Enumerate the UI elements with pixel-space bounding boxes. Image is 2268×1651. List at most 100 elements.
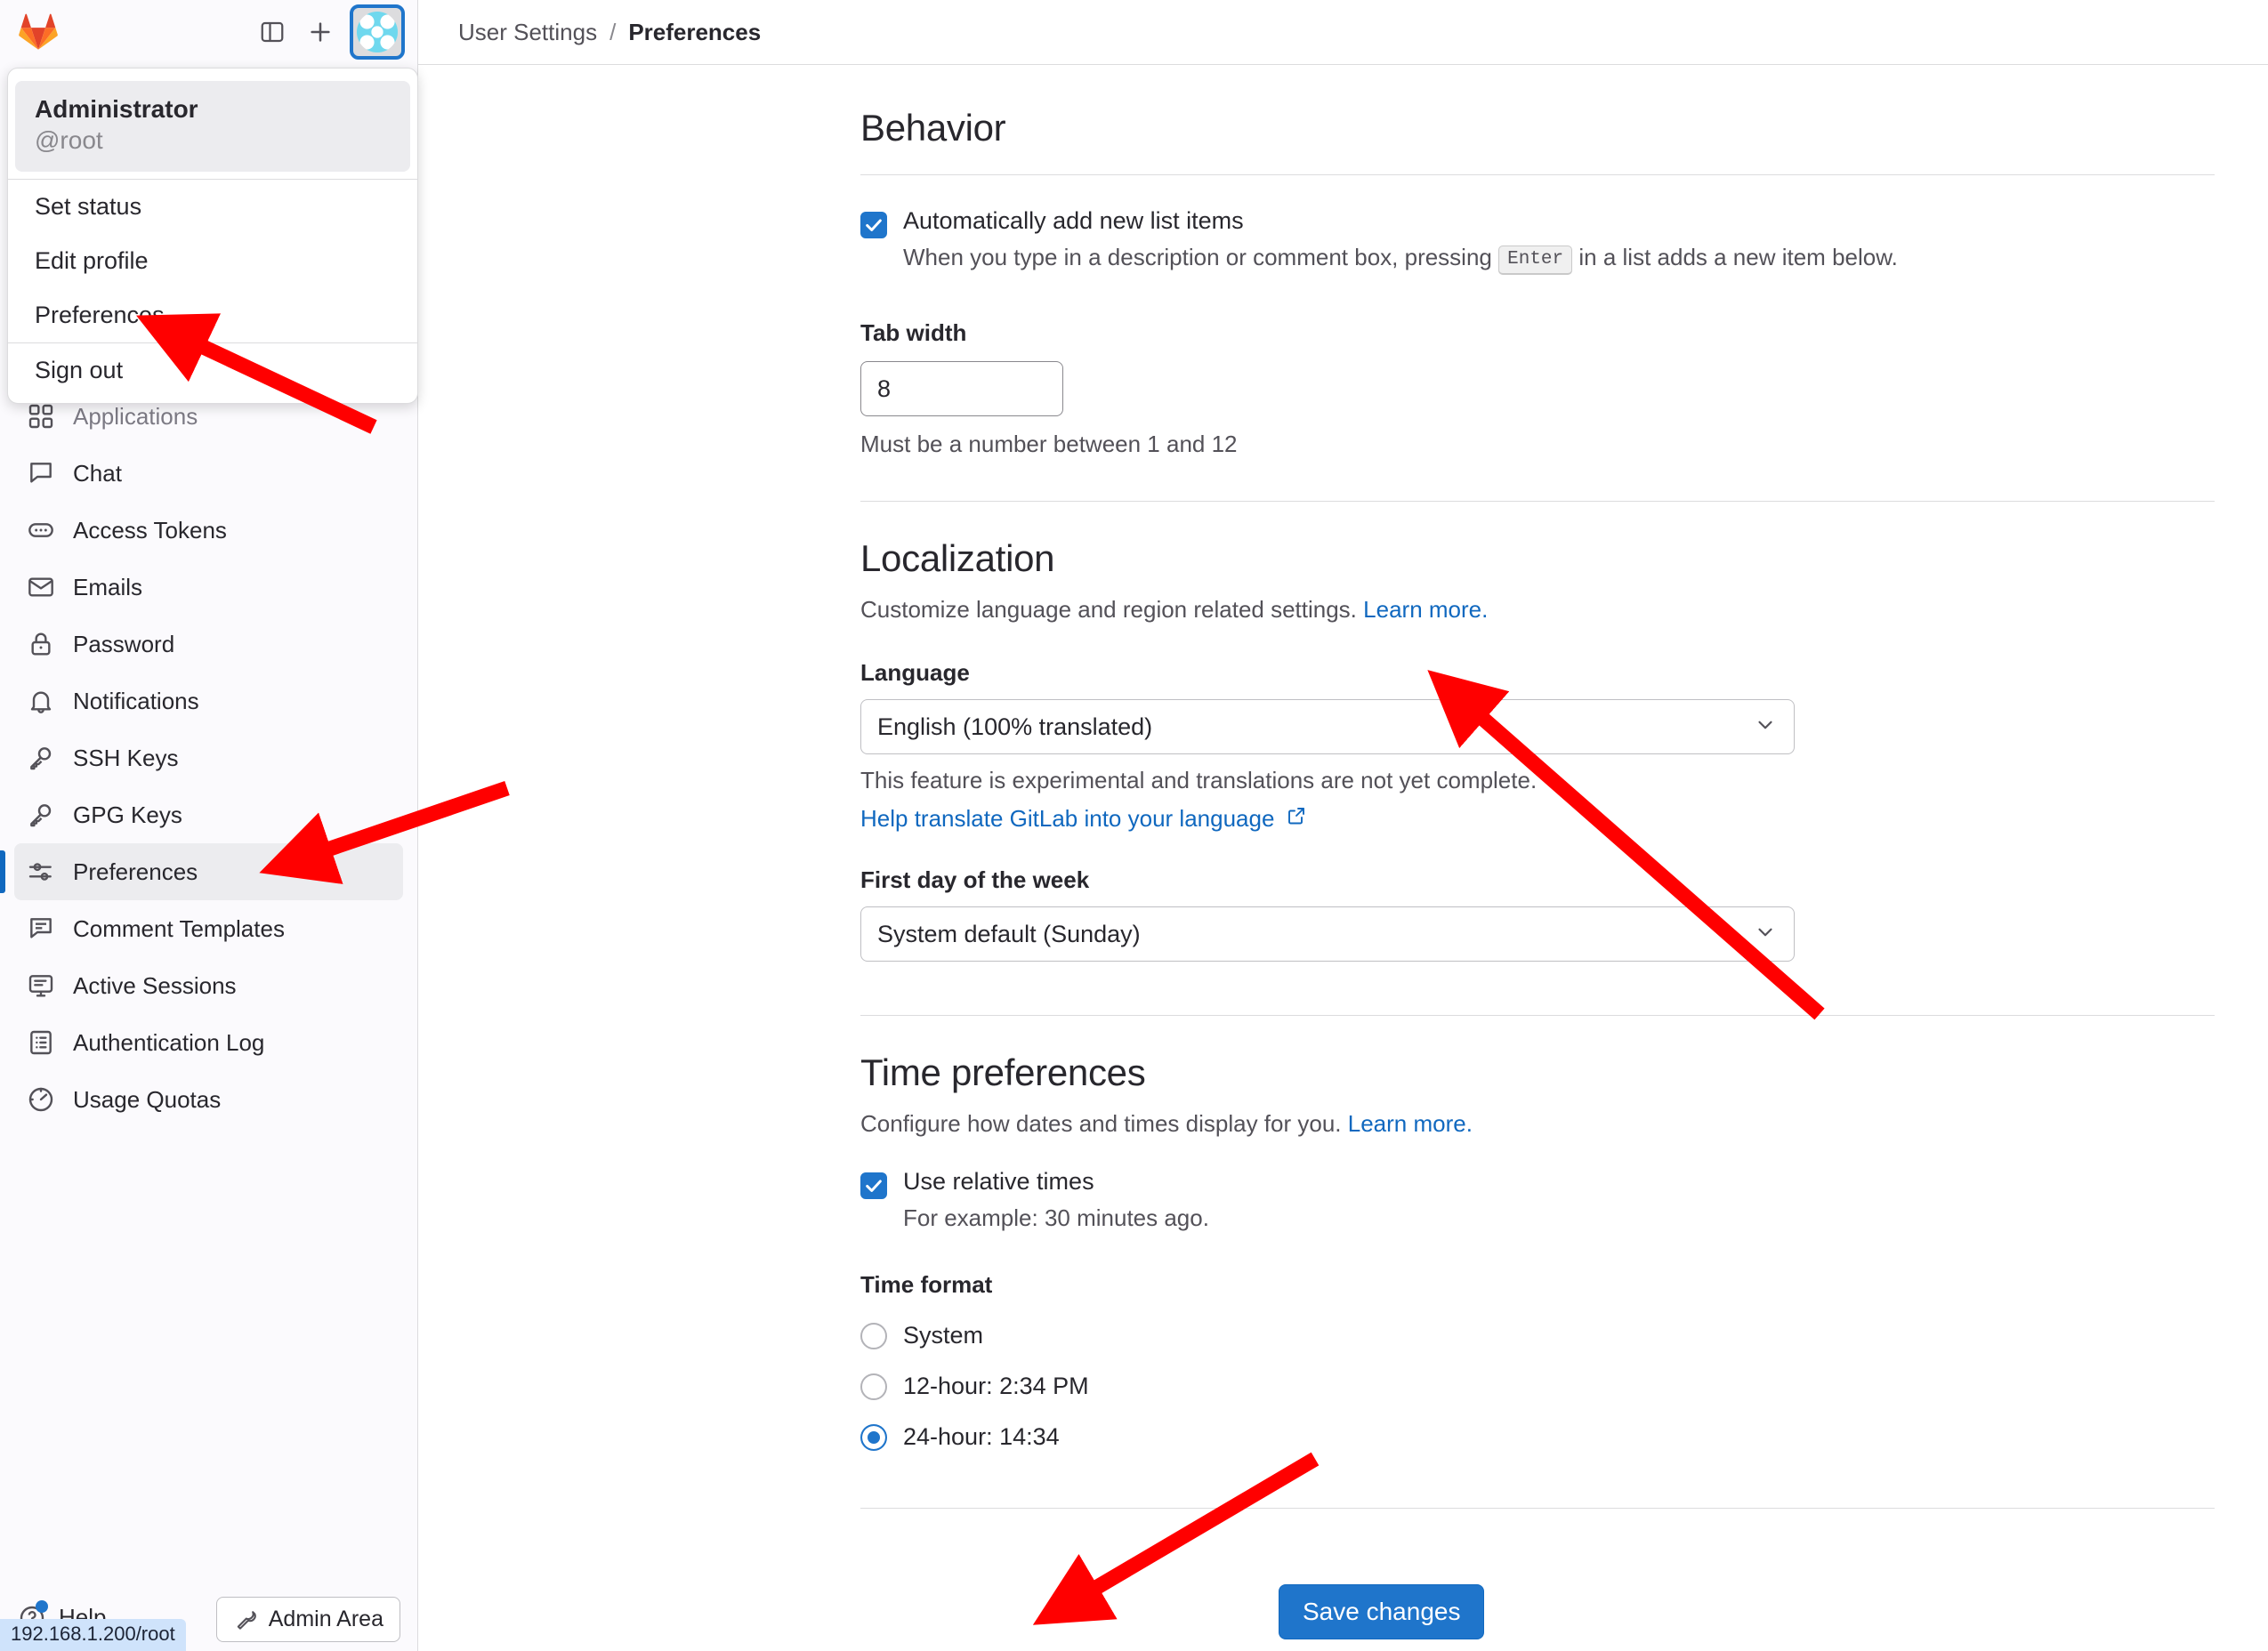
save-changes-button[interactable]: Save changes bbox=[1279, 1584, 1485, 1639]
sidebar-item-gpg-keys[interactable]: GPG Keys bbox=[14, 786, 403, 843]
language-select[interactable]: English (100% translated) bbox=[860, 699, 1795, 754]
behavior-section-divider bbox=[860, 501, 2215, 502]
sidebar-item-label: Preferences bbox=[73, 858, 198, 885]
sidebar-item-label: SSH Keys bbox=[73, 744, 179, 771]
sidebar-item-label: Comment Templates bbox=[73, 914, 285, 942]
radio-system[interactable] bbox=[860, 1322, 887, 1349]
first-day-label: First day of the week bbox=[860, 866, 1090, 893]
menu-item-preferences[interactable]: Preferences bbox=[8, 288, 417, 342]
time-format-option-24-hour[interactable]: 24-hour: 14:34 bbox=[860, 1423, 2215, 1451]
applications-icon bbox=[28, 404, 53, 429]
localization-title: Localization bbox=[860, 537, 1055, 579]
next-section-title-cutoff bbox=[860, 1541, 2215, 1560]
localization-section-divider bbox=[860, 1015, 2215, 1016]
lock-icon bbox=[31, 632, 51, 656]
user-avatar-button[interactable] bbox=[350, 4, 405, 60]
status-url: 192.168.1.200/root bbox=[0, 1619, 186, 1651]
preferences-sliders-icon bbox=[28, 863, 52, 881]
comment-lines-icon bbox=[30, 918, 52, 938]
sidebar-item-access-tokens[interactable]: Access Tokens bbox=[14, 502, 403, 559]
auto-add-desc-after: in a list adds a new item below. bbox=[1578, 244, 1898, 270]
sidebar-item-label: Password bbox=[73, 630, 175, 657]
first-day-select[interactable]: System default (Sunday) bbox=[860, 906, 1795, 962]
sidebar-item-label: Active Sessions bbox=[73, 971, 237, 999]
tab-width-label: Tab width bbox=[860, 319, 967, 346]
menu-item-edit-profile[interactable]: Edit profile bbox=[8, 234, 417, 288]
new-item-button[interactable] bbox=[296, 8, 344, 56]
sidebar-item-label: Authentication Log bbox=[73, 1028, 265, 1056]
enter-key-badge: Enter bbox=[1498, 245, 1573, 275]
external-link-icon bbox=[1286, 808, 1307, 830]
admin-area-button[interactable]: Admin Area bbox=[215, 1597, 400, 1642]
user-dropdown-menu: Administrator @root Set status Edit prof… bbox=[7, 68, 418, 404]
auto-add-list-items-label[interactable]: Automatically add new list items bbox=[903, 207, 1898, 235]
sidebar-item-usage-quotas[interactable]: Usage Quotas bbox=[14, 1071, 403, 1128]
sidebar-item-password[interactable]: Password bbox=[14, 616, 403, 672]
sidebar-item-authentication-log[interactable]: Authentication Log bbox=[14, 1014, 403, 1071]
key-icon bbox=[30, 804, 52, 827]
sidebar-item-emails[interactable]: Emails bbox=[14, 559, 403, 616]
token-icon bbox=[28, 523, 53, 537]
time-format-option-12-hour[interactable]: 12-hour: 2:34 PM bbox=[860, 1373, 2215, 1400]
admin-area-label: Admin Area bbox=[268, 1607, 383, 1631]
localization-section: Localization Customize language and regi… bbox=[418, 537, 2268, 1016]
radio-24-hour[interactable] bbox=[860, 1423, 887, 1451]
time-format-option-label[interactable]: 12-hour: 2:34 PM bbox=[903, 1373, 1089, 1400]
use-relative-times-checkbox[interactable] bbox=[860, 1172, 887, 1199]
sidebar-item-comment-templates[interactable]: Comment Templates bbox=[14, 900, 403, 957]
auto-add-list-items-row: Automatically add new list items When yo… bbox=[860, 207, 2215, 275]
bell-icon bbox=[30, 691, 52, 713]
toggle-sidebar-icon bbox=[261, 21, 284, 43]
sidebar-item-active-sessions[interactable]: Active Sessions bbox=[14, 957, 403, 1014]
sidebar-item-preferences[interactable]: Preferences bbox=[0, 843, 403, 900]
gitlab-logo[interactable] bbox=[18, 12, 59, 52]
tab-width-help: Must be a number between 1 and 12 bbox=[860, 431, 1238, 457]
auto-add-list-items-checkbox[interactable] bbox=[860, 212, 887, 238]
time-format-option-label[interactable]: 24-hour: 14:34 bbox=[903, 1423, 1060, 1451]
time-format-option-label[interactable]: System bbox=[903, 1322, 983, 1349]
menu-item-set-status[interactable]: Set status bbox=[8, 180, 417, 234]
breadcrumb-root[interactable]: User Settings bbox=[458, 19, 597, 46]
behavior-section: Behavior Automatically add new list item… bbox=[418, 107, 2268, 502]
breadcrumb-separator: / bbox=[609, 18, 617, 45]
auto-add-list-items-description: When you type in a description or commen… bbox=[903, 244, 1898, 275]
user-name: Administrator bbox=[35, 95, 198, 123]
time-format-label: Time format bbox=[860, 1271, 993, 1298]
mail-icon bbox=[28, 577, 53, 597]
time-preferences-section-divider bbox=[860, 1508, 2215, 1509]
use-relative-times-label[interactable]: Use relative times bbox=[903, 1168, 1209, 1196]
toggle-sidebar-button[interactable] bbox=[248, 8, 296, 56]
sidebar-item-label: Applications bbox=[73, 402, 198, 430]
breadcrumb-current[interactable]: Preferences bbox=[628, 19, 761, 46]
language-help: This feature is experimental and transla… bbox=[860, 767, 1538, 793]
localization-subtitle: Customize language and region related se… bbox=[860, 596, 2215, 624]
sidebar-item-label: Usage Quotas bbox=[73, 1085, 222, 1113]
localization-subtitle-text: Customize language and region related se… bbox=[860, 596, 1357, 623]
sidebar-item-notifications[interactable]: Notifications bbox=[14, 672, 403, 729]
key-icon bbox=[30, 747, 52, 770]
menu-item-sign-out[interactable]: Sign out bbox=[8, 343, 417, 398]
user-profile-card[interactable]: Administrator @root bbox=[15, 81, 410, 172]
monitor-icon bbox=[28, 975, 53, 997]
use-relative-times-row: Use relative times For example: 30 minut… bbox=[860, 1168, 2215, 1232]
behavior-title: Behavior bbox=[860, 107, 1006, 149]
time-format-option-system[interactable]: System bbox=[860, 1322, 2215, 1349]
time-preferences-learn-more-link[interactable]: Learn more. bbox=[1348, 1110, 1473, 1137]
language-select-wrapper: English (100% translated) bbox=[860, 699, 1795, 754]
sidebar-item-label: GPG Keys bbox=[73, 801, 182, 828]
behavior-divider bbox=[860, 174, 2215, 175]
sidebar-item-label: Access Tokens bbox=[73, 516, 227, 544]
tab-width-input[interactable] bbox=[860, 361, 1063, 416]
user-handle: @root bbox=[35, 126, 103, 154]
sidebar-item-ssh-keys[interactable]: SSH Keys bbox=[14, 729, 403, 786]
help-translate-link[interactable]: Help translate GitLab into your language bbox=[860, 805, 1274, 832]
plus-icon bbox=[311, 22, 330, 42]
time-preferences-subtitle-text: Configure how dates and times display fo… bbox=[860, 1110, 1342, 1137]
radio-12-hour[interactable] bbox=[860, 1373, 887, 1400]
wrench-icon bbox=[237, 1610, 256, 1630]
sidebar-item-chat[interactable]: Chat bbox=[14, 445, 403, 502]
save-bar: Save changes bbox=[418, 1573, 2268, 1651]
main-content: User Settings / Preferences Behavior Aut… bbox=[418, 0, 2268, 1651]
translate-link-row: Help translate GitLab into your language bbox=[860, 805, 2215, 833]
localization-learn-more-link[interactable]: Learn more. bbox=[1363, 596, 1488, 623]
